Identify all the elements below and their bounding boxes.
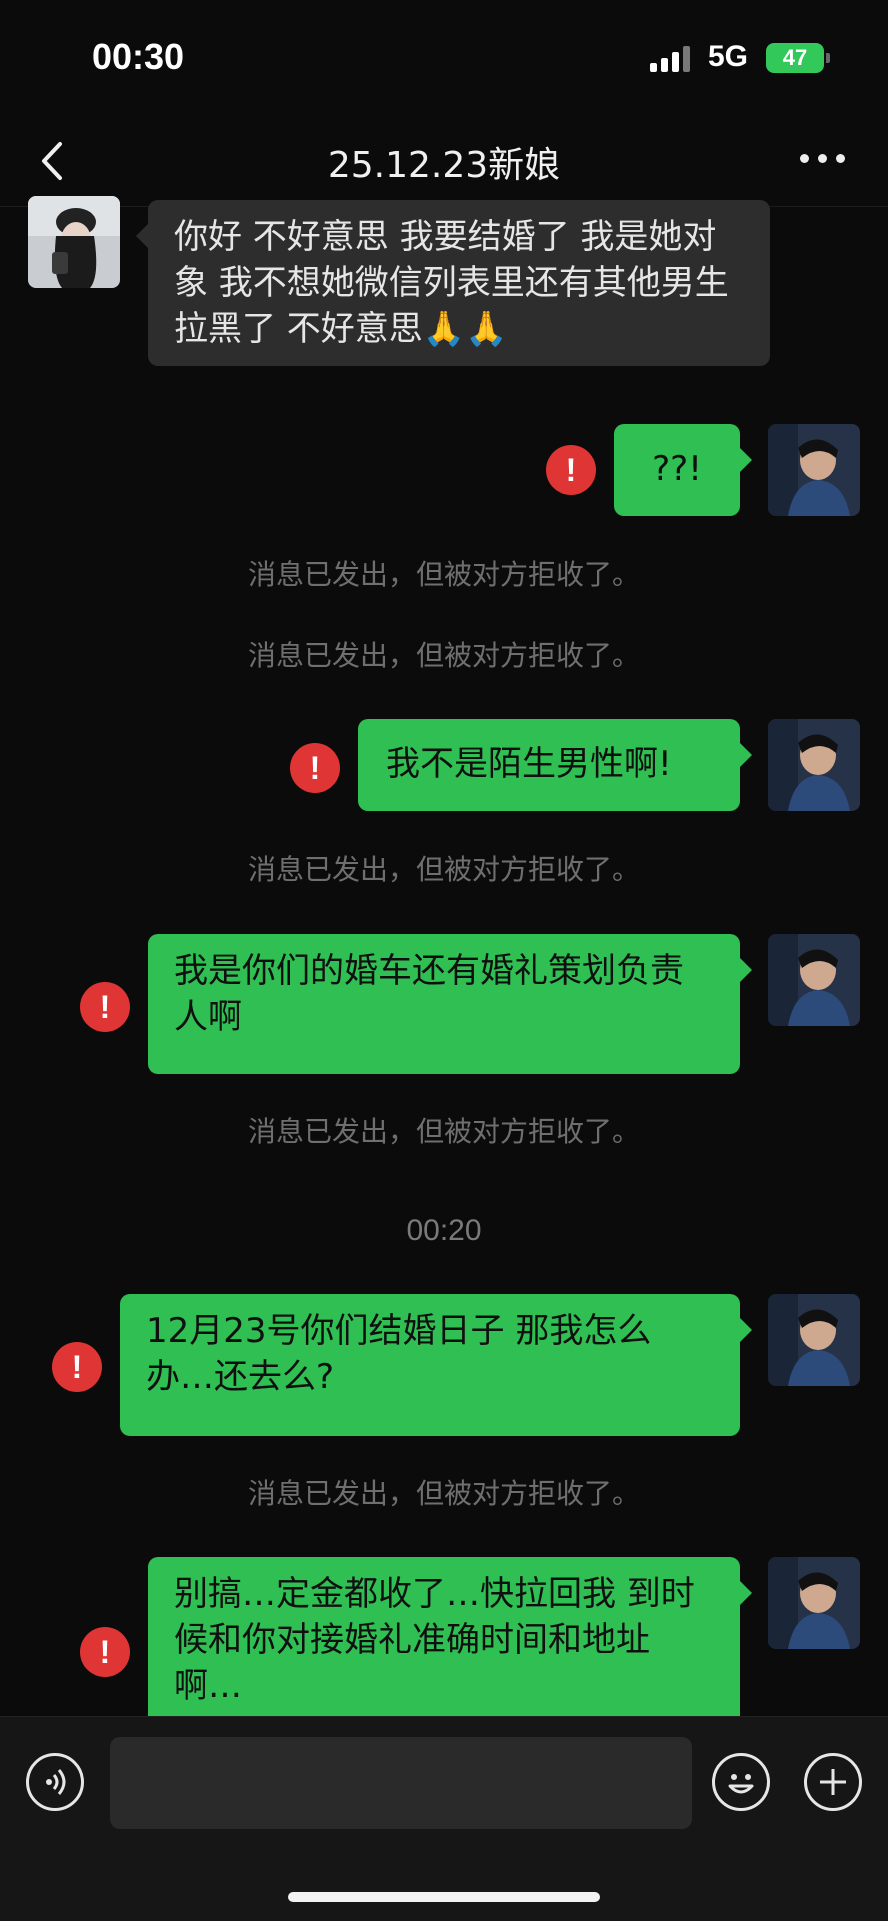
send-failed-icon[interactable]: ! [52,1342,102,1392]
my-avatar[interactable] [768,1557,860,1649]
rejected-notice: 消息已发出，但被对方拒收了。 [247,853,640,886]
chat-title: 25.12.23新娘 [327,145,561,186]
message-input[interactable] [110,1737,692,1829]
sent-message[interactable]: 我不是陌生男性啊! [358,719,752,811]
my-avatar[interactable] [768,719,860,811]
contact-avatar[interactable] [28,196,120,288]
status-bar: 00:30 5G 47 [0,0,888,120]
my-avatar[interactable] [768,424,860,516]
rejected-notice: 消息已发出，但被对方拒收了。 [247,1477,640,1510]
rejected-notice: 消息已发出，但被对方拒收了。 [247,1115,640,1148]
battery-icon: 47 [766,43,830,73]
received-message[interactable]: 你好 不好意思 我要结婚了 我是她对象 我不想她微信列表里还有其他男生 拉黑了 … [136,200,770,366]
input-bar [0,1716,888,1921]
my-avatar[interactable] [768,934,860,1026]
voice-icon[interactable] [26,1753,84,1811]
more-options-icon[interactable] [800,142,848,182]
timestamp: 00:20 [406,1214,482,1247]
network-type: 5G [708,40,749,73]
send-failed-icon[interactable]: ! [546,445,596,495]
send-failed-icon[interactable]: ! [80,1627,130,1677]
signal-icon [650,46,694,72]
send-failed-icon[interactable]: ! [80,982,130,1032]
rejected-notice: 消息已发出，但被对方拒收了。 [247,558,640,591]
sent-message[interactable]: 12月23号你们结婚日子 那我怎么办…还去么? [120,1294,752,1436]
chat-header: 25.12.23新娘 [0,120,888,207]
send-failed-icon[interactable]: ! [290,743,340,793]
plus-icon[interactable] [804,1753,862,1811]
my-avatar[interactable] [768,1294,860,1386]
emoji-icon[interactable] [712,1753,770,1811]
rejected-notice: 消息已发出，但被对方拒收了。 [247,639,640,672]
status-time: 00:30 [92,36,185,77]
sent-message[interactable]: ??! [614,424,752,516]
sent-message[interactable]: 我是你们的婚车还有婚礼策划负责人啊 [148,934,752,1074]
home-indicator[interactable] [288,1892,600,1902]
